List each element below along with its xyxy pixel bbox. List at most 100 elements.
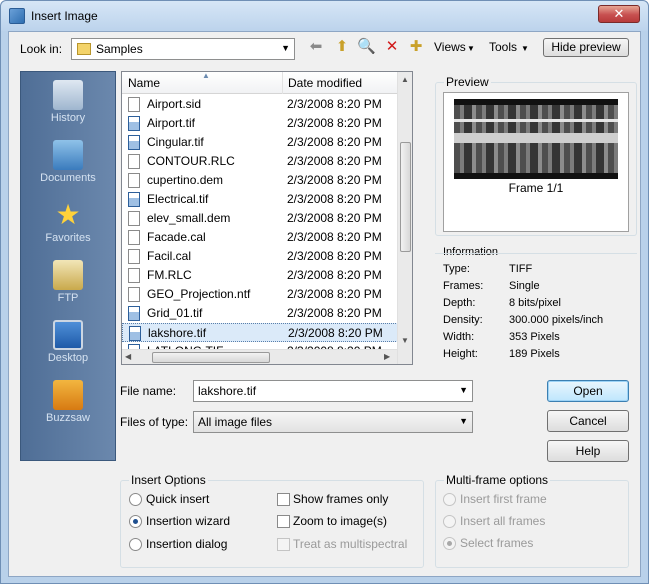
insertion-wizard-radio[interactable] <box>129 515 142 528</box>
chevron-down-icon[interactable]: ▼ <box>459 416 468 426</box>
filetype-value: All image files <box>198 415 273 429</box>
vertical-scrollbar[interactable]: ▲ ▼ <box>397 72 412 364</box>
place-label: Desktop <box>47 352 89 364</box>
place-ftp[interactable]: FTP <box>21 260 115 304</box>
filetype-select[interactable]: All image files ▼ <box>193 411 473 433</box>
file-row[interactable]: Cingular.tif2/3/2008 8:20 PMT <box>122 133 412 152</box>
preview-area: Frame 1/1 <box>443 92 629 232</box>
file-icon <box>128 249 140 264</box>
image-file-icon <box>128 135 140 150</box>
insertion-wizard-label: Insertion wizard <box>146 514 231 528</box>
zoom-to-image-checkbox[interactable] <box>277 515 290 528</box>
insertion-dialog-radio[interactable] <box>129 538 142 551</box>
close-icon: ✕ <box>613 6 625 21</box>
back-icon[interactable]: ⬅ <box>307 38 325 56</box>
file-icon <box>128 268 140 283</box>
lookin-combo[interactable]: Samples ▼ <box>71 38 295 60</box>
help-button[interactable]: Help <box>547 440 629 462</box>
file-row[interactable]: GEO_Projection.ntf2/3/2008 8:20 PMN <box>122 285 412 304</box>
scroll-up-icon[interactable]: ▲ <box>401 75 409 84</box>
place-favorites[interactable]: ★ Favorites <box>21 199 115 245</box>
file-row[interactable]: cupertino.dem2/3/2008 8:20 PMD <box>122 171 412 190</box>
info-value: TIFF <box>509 263 533 275</box>
close-button[interactable]: ✕ <box>598 5 640 23</box>
file-row[interactable]: FM.RLC2/3/2008 8:20 PMR <box>122 266 412 285</box>
views-menu[interactable]: Views <box>434 40 466 54</box>
quick-insert-radio[interactable] <box>129 493 142 506</box>
select-frames-label: Select frames <box>460 536 534 550</box>
show-frames-only-checkbox[interactable] <box>277 493 290 506</box>
image-file-icon <box>128 116 140 131</box>
divider <box>435 253 637 254</box>
filename-label: File name: <box>120 384 177 398</box>
search-web-icon[interactable]: 🔍 <box>357 38 376 56</box>
horizontal-scrollbar[interactable]: ◀ ▶ <box>122 349 397 364</box>
folder-icon <box>77 43 91 55</box>
list-header: Name ▲ Date modified T <box>122 72 412 94</box>
info-value: 300.000 pixels/inch <box>509 314 604 326</box>
image-file-icon <box>129 326 141 341</box>
file-row[interactable]: Facade.cal2/3/2008 8:20 PMC <box>122 228 412 247</box>
file-icon <box>128 230 140 245</box>
star-icon: ★ <box>55 199 81 230</box>
file-row-selected[interactable]: lakshore.tif2/3/2008 8:20 PMT <box>122 323 412 342</box>
new-folder-icon[interactable]: ✚ <box>407 38 425 56</box>
file-icon <box>128 97 140 112</box>
file-row[interactable]: Electrical.tif2/3/2008 8:20 PMT <box>122 190 412 209</box>
views-chevron-icon: ▼ <box>467 44 475 53</box>
column-name[interactable]: Name <box>128 76 160 90</box>
title-bar[interactable]: Insert Image ✕ <box>1 1 648 31</box>
place-label: History <box>50 112 86 124</box>
tools-menu[interactable]: Tools <box>489 40 517 54</box>
scroll-thumb[interactable] <box>152 352 270 363</box>
filename-input[interactable]: lakshore.tif ▼ <box>193 380 473 402</box>
information-label: Information <box>443 246 499 258</box>
file-list[interactable]: Name ▲ Date modified T Airport.sid2/3/20… <box>121 71 413 365</box>
places-bar: History Documents ★ Favorites FTP Deskto… <box>20 71 116 461</box>
info-key: Height: <box>443 348 478 360</box>
scroll-down-icon[interactable]: ▼ <box>401 336 409 345</box>
info-key: Type: <box>443 263 470 275</box>
info-value: 8 bits/pixel <box>509 297 561 309</box>
info-value: 353 Pixels <box>509 331 560 343</box>
place-label: Documents <box>40 172 96 184</box>
ftp-icon <box>53 260 83 290</box>
select-frames-radio[interactable] <box>443 537 456 550</box>
column-date[interactable]: Date modified <box>288 76 362 90</box>
image-file-icon <box>128 306 140 321</box>
file-icon <box>128 211 140 226</box>
chevron-down-icon[interactable]: ▼ <box>459 385 468 395</box>
file-row[interactable]: Facil.cal2/3/2008 8:20 PMC <box>122 247 412 266</box>
scroll-thumb[interactable] <box>400 142 411 252</box>
image-file-icon <box>128 192 140 207</box>
file-icon <box>128 173 140 188</box>
up-folder-icon[interactable]: ⬆ <box>333 38 351 56</box>
delete-icon[interactable]: ✕ <box>383 38 401 56</box>
info-value: Single <box>509 280 540 292</box>
treat-multispectral-checkbox[interactable] <box>277 538 290 551</box>
insert-first-frame-radio[interactable] <box>443 493 456 506</box>
place-buzzsaw[interactable]: Buzzsaw <box>21 380 115 424</box>
preview-label: Preview <box>444 75 491 89</box>
zoom-to-image-label: Zoom to image(s) <box>293 514 388 528</box>
info-key: Width: <box>443 331 475 343</box>
scroll-right-icon[interactable]: ▶ <box>384 352 390 361</box>
file-row[interactable]: CONTOUR.RLC2/3/2008 8:20 PMR <box>122 152 412 171</box>
place-desktop[interactable]: Desktop <box>21 320 115 364</box>
file-row[interactable]: Airport.sid2/3/2008 8:20 PMS <box>122 95 412 114</box>
scroll-left-icon[interactable]: ◀ <box>125 352 131 361</box>
place-history[interactable]: History <box>21 80 115 124</box>
filetype-label: Files of type: <box>120 415 189 429</box>
info-key: Frames: <box>443 280 484 292</box>
insert-all-frames-radio[interactable] <box>443 515 456 528</box>
file-row[interactable]: elev_small.dem2/3/2008 8:20 PMD <box>122 209 412 228</box>
place-documents[interactable]: Documents <box>21 140 115 184</box>
file-row[interactable]: Airport.tif2/3/2008 8:20 PMT <box>122 114 412 133</box>
file-icon <box>128 154 140 169</box>
file-row[interactable]: Grid_01.tif2/3/2008 8:20 PMT <box>122 304 412 323</box>
open-button[interactable]: Open <box>547 380 629 402</box>
preview-caption: Frame 1/1 <box>508 181 564 195</box>
hide-preview-button[interactable]: Hide preview <box>543 38 629 57</box>
cancel-button[interactable]: Cancel <box>547 410 629 432</box>
info-value: 189 Pixels <box>509 348 560 360</box>
